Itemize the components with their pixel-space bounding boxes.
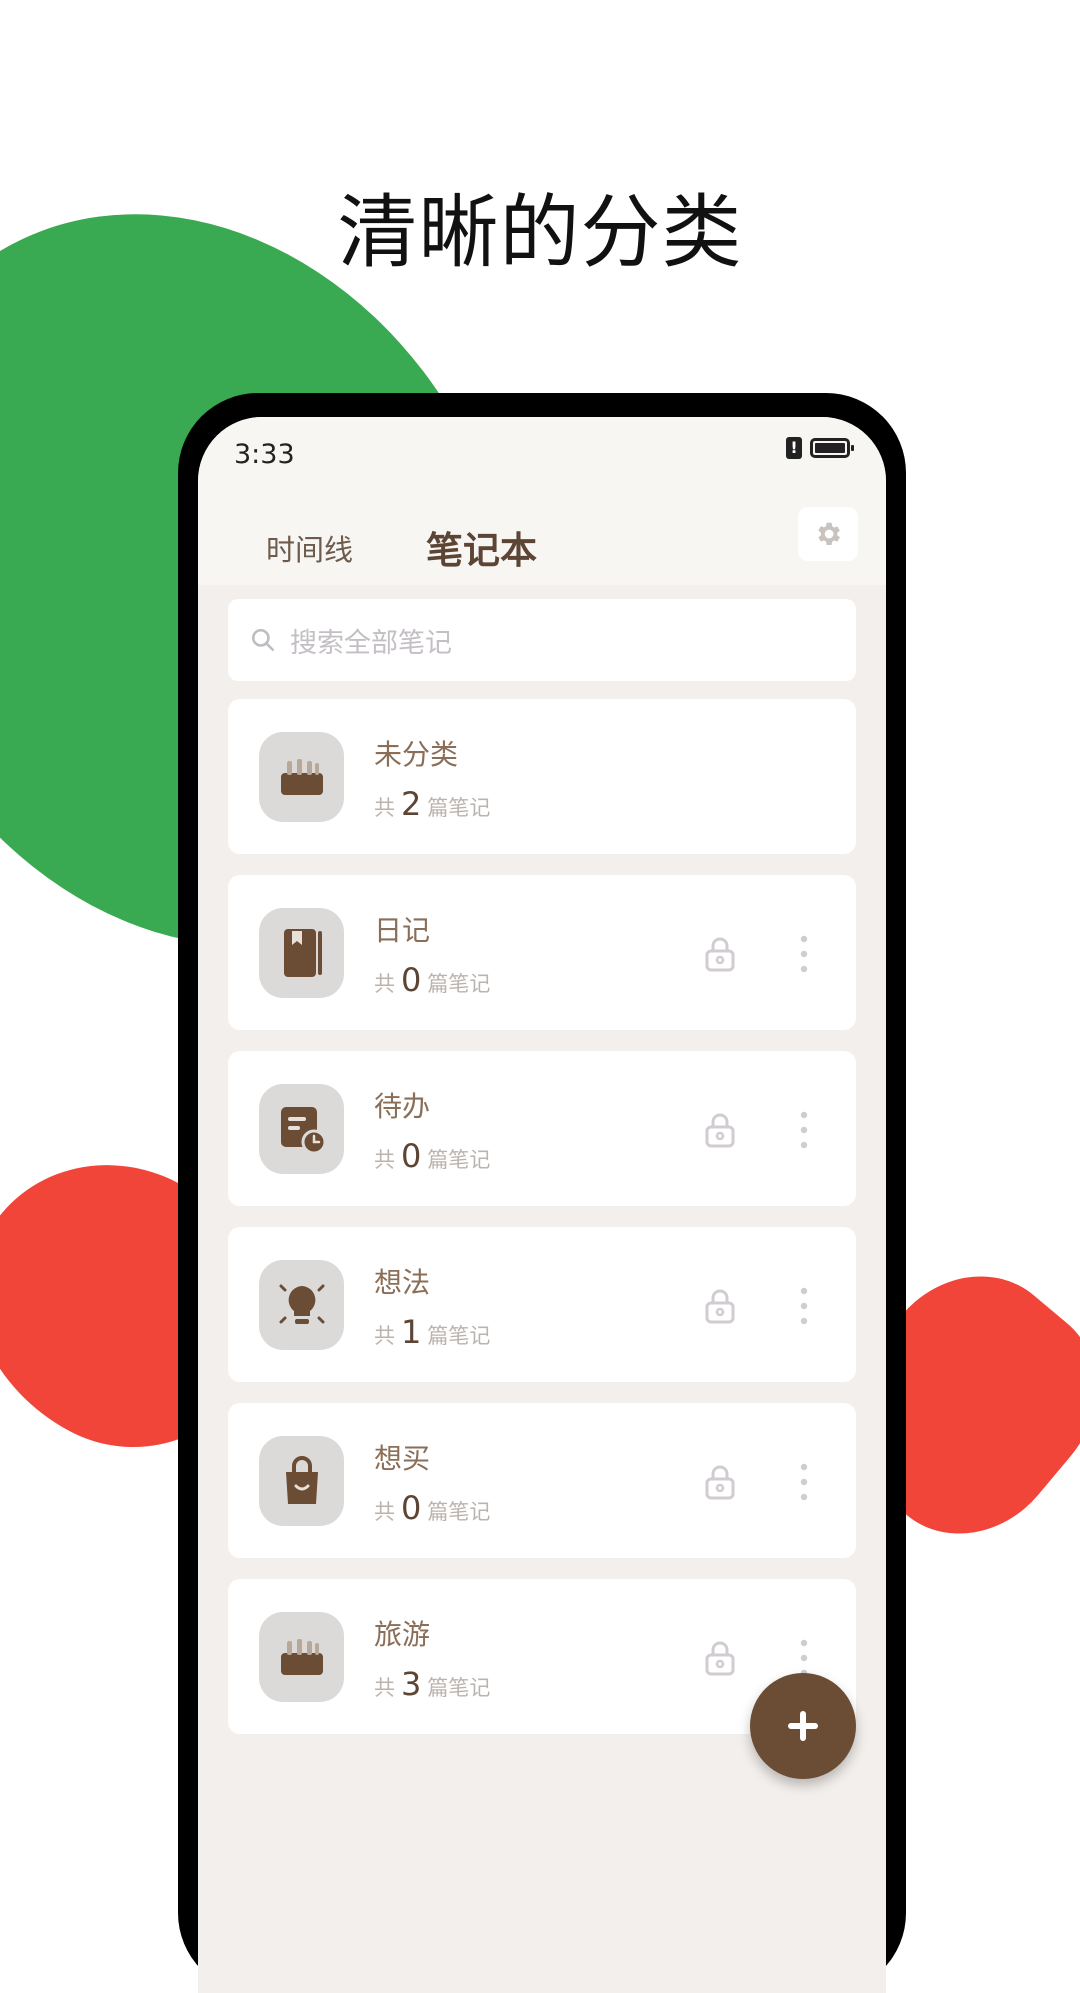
count-number: 0: [401, 961, 422, 999]
notebook-icon-box: [259, 732, 344, 822]
todo-clock-icon: [280, 1107, 326, 1155]
notebook-card[interactable]: 想买 共 0 篇笔记: [228, 1403, 856, 1558]
more-options-icon[interactable]: [800, 1287, 808, 1325]
notebook-icon-box: [259, 1260, 344, 1350]
count-suffix: 篇笔记: [427, 972, 491, 996]
alert-icon: !: [786, 437, 802, 459]
notebook-title: 待办: [374, 1090, 431, 1123]
count-number: 1: [401, 1313, 422, 1351]
notebook-icon-box: [259, 1084, 344, 1174]
notebook-title: 日记: [374, 914, 431, 947]
search-icon: [251, 628, 275, 652]
notebook-count: 共 0 篇笔记: [374, 1137, 490, 1175]
notebook-count: 共 0 篇笔记: [374, 961, 490, 999]
notebook-count: 共 0 篇笔记: [374, 1489, 490, 1527]
tab-notebook[interactable]: 笔记本: [426, 520, 537, 574]
notebook-card[interactable]: 待办 共 0 篇笔记: [228, 1051, 856, 1206]
lock-icon[interactable]: [704, 936, 736, 972]
notebook-title: 想法: [374, 1266, 431, 1299]
count-number: 3: [401, 1665, 422, 1703]
notebook-card[interactable]: 想法 共 1 篇笔记: [228, 1227, 856, 1382]
notebook-count: 共 2 篇笔记: [374, 785, 490, 823]
count-prefix: 共: [374, 1676, 395, 1700]
phone-screen: 3:33 ! 时间线 笔记本 搜索全部笔记 未分类 共 2 篇笔记 日记 共 0…: [198, 417, 886, 1993]
notebook-title: 未分类: [374, 738, 459, 771]
shopping-bag-icon: [285, 1456, 318, 1504]
count-suffix: 篇笔记: [427, 1148, 491, 1172]
status-icons: !: [786, 437, 854, 459]
gear-icon: [818, 522, 840, 545]
more-options-icon[interactable]: [800, 1463, 808, 1501]
count-prefix: 共: [374, 972, 395, 996]
count-suffix: 篇笔记: [427, 1676, 491, 1700]
basket-icon: [280, 759, 323, 795]
notebook-icon-box: [259, 1612, 344, 1702]
count-number: 0: [401, 1137, 422, 1175]
notebook-card[interactable]: 未分类 共 2 篇笔记: [228, 699, 856, 854]
promo-headline: 清晰的分类: [337, 186, 743, 279]
battery-icon: [810, 438, 854, 458]
more-options-icon[interactable]: [800, 1111, 808, 1149]
count-prefix: 共: [374, 1148, 395, 1172]
count-prefix: 共: [374, 796, 395, 820]
settings-button[interactable]: [798, 507, 858, 561]
add-notebook-button[interactable]: [750, 1673, 856, 1779]
lock-icon[interactable]: [704, 1640, 736, 1676]
notebook-card[interactable]: 日记 共 0 篇笔记: [228, 875, 856, 1030]
search-bar[interactable]: 搜索全部笔记: [228, 599, 856, 681]
app-header: 3:33 ! 时间线 笔记本: [198, 417, 886, 585]
count-prefix: 共: [374, 1324, 395, 1348]
count-prefix: 共: [374, 1500, 395, 1524]
book-icon: [283, 929, 322, 977]
basket-icon: [280, 1639, 323, 1675]
status-time: 3:33: [234, 439, 295, 470]
lock-icon[interactable]: [704, 1112, 736, 1148]
notebook-title: 旅游: [374, 1618, 431, 1651]
notebook-icon-box: [259, 908, 344, 998]
lock-icon[interactable]: [704, 1464, 736, 1500]
notebook-count: 共 3 篇笔记: [374, 1665, 490, 1703]
count-number: 0: [401, 1489, 422, 1527]
lock-icon[interactable]: [704, 1288, 736, 1324]
plus-icon: [788, 1711, 818, 1741]
notebook-count: 共 1 篇笔记: [374, 1313, 490, 1351]
count-suffix: 篇笔记: [427, 1324, 491, 1348]
count-number: 2: [401, 785, 422, 823]
search-input[interactable]: 搜索全部笔记: [290, 621, 452, 660]
count-suffix: 篇笔记: [427, 1500, 491, 1524]
notebook-title: 想买: [374, 1442, 431, 1475]
tab-timeline[interactable]: 时间线: [266, 527, 353, 569]
more-options-icon[interactable]: [800, 1639, 808, 1677]
notebook-icon-box: [259, 1436, 344, 1526]
phone-frame: 3:33 ! 时间线 笔记本 搜索全部笔记 未分类 共 2 篇笔记 日记 共 0…: [178, 393, 906, 1993]
lightbulb-icon: [279, 1284, 324, 1324]
count-suffix: 篇笔记: [427, 796, 491, 820]
more-options-icon[interactable]: [800, 935, 808, 973]
